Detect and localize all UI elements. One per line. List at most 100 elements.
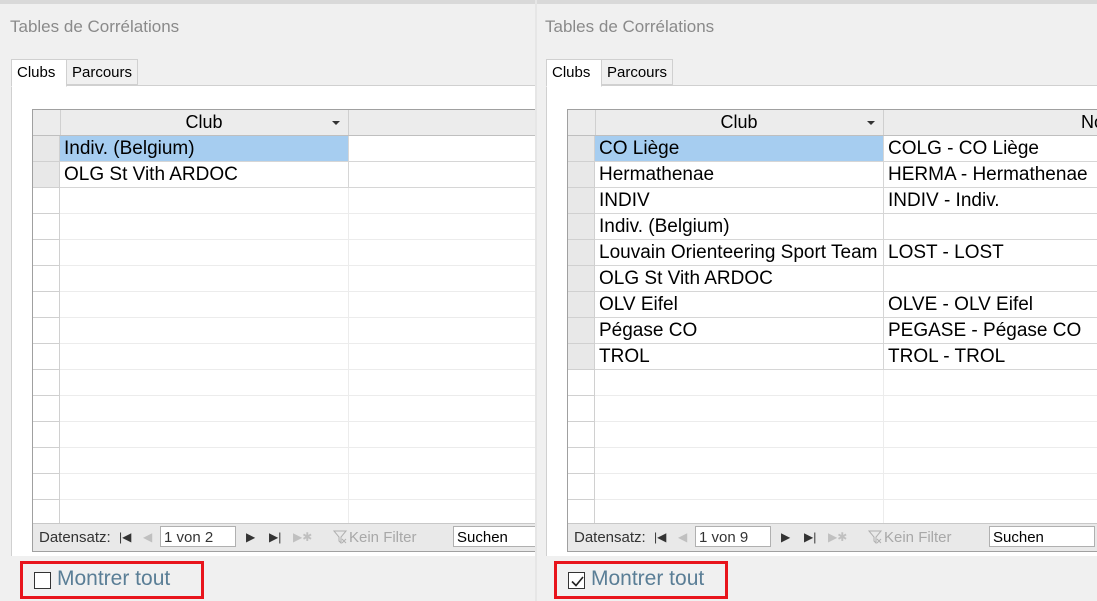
show-all-checkbox[interactable] — [568, 572, 585, 589]
record-position-input[interactable]: 1 von 9 — [695, 526, 771, 547]
tab-clubs[interactable]: Clubs — [11, 59, 67, 87]
row-selector — [33, 396, 60, 422]
row-selector[interactable] — [568, 188, 595, 214]
first-record-icon[interactable]: |◀ — [119, 530, 131, 544]
last-record-icon[interactable]: ▶| — [269, 530, 281, 544]
table-row[interactable]: Louvain Orienteering Sport Team LOST - LO… — [568, 240, 1097, 266]
cell-code[interactable]: PEGASE - Pégase CO — [884, 318, 1097, 344]
cell-code[interactable]: INDIV - Indiv. — [884, 188, 1097, 214]
row-selector[interactable] — [33, 136, 60, 162]
cell-code[interactable] — [884, 214, 1097, 240]
cell-club[interactable]: CO Liège — [595, 136, 884, 162]
table-row[interactable]: CO Liège COLG - CO Liège — [568, 136, 1097, 162]
cell-club[interactable]: Indiv. (Belgium) — [595, 214, 884, 240]
cell-code — [884, 474, 1097, 500]
row-selector[interactable] — [568, 266, 595, 292]
cell-code — [349, 370, 535, 396]
row-selector[interactable] — [568, 162, 595, 188]
record-position-input[interactable]: 1 von 2 — [160, 526, 236, 547]
select-all-corner[interactable] — [33, 110, 61, 135]
empty-row — [33, 344, 535, 370]
row-selector[interactable] — [568, 292, 595, 318]
table-row[interactable]: TROL TROL - TROL — [568, 344, 1097, 370]
table-row[interactable]: OLG St Vith ARDOC — [568, 266, 1097, 292]
next-record-icon[interactable]: ▶ — [246, 530, 255, 544]
cell-code[interactable] — [349, 162, 535, 188]
filter-label: Kein Filter — [349, 529, 417, 546]
cell-club[interactable]: INDIV — [595, 188, 884, 214]
chevron-down-icon[interactable] — [332, 121, 340, 125]
column-header-2[interactable] — [349, 110, 535, 135]
empty-row — [568, 448, 1097, 474]
cell-club[interactable]: TROL — [595, 344, 884, 370]
show-all-checkbox[interactable] — [34, 572, 51, 589]
new-record-icon[interactable]: ▶✱ — [293, 530, 312, 544]
row-selector — [33, 422, 60, 448]
cell-club[interactable]: Louvain Orienteering Sport Team — [595, 240, 884, 266]
table-row[interactable]: OLG St Vith ARDOC — [33, 162, 535, 188]
select-all-corner[interactable] — [568, 110, 596, 135]
tab-clubs[interactable]: Clubs — [546, 59, 602, 87]
table-row[interactable]: Hermathenae HERMA - Hermathenae — [568, 162, 1097, 188]
cell-code[interactable] — [349, 136, 535, 162]
cell-code — [349, 292, 535, 318]
cell-code[interactable]: HERMA - Hermathenae — [884, 162, 1097, 188]
column-header-code[interactable]: No — [884, 110, 1097, 135]
column-header-club[interactable]: Club — [595, 110, 884, 135]
table-row[interactable]: OLV Eifel OLVE - OLV Eifel — [568, 292, 1097, 318]
next-record-icon[interactable]: ▶ — [781, 530, 790, 544]
row-selector — [568, 396, 595, 422]
tab-parcours[interactable]: Parcours — [66, 59, 138, 85]
column-header-club[interactable]: Club — [60, 110, 349, 135]
row-selector[interactable] — [568, 214, 595, 240]
cell-code — [349, 422, 535, 448]
show-all-label[interactable]: Montrer tout — [57, 567, 170, 591]
cell-code[interactable]: COLG - CO Liège — [884, 136, 1097, 162]
row-selector — [33, 318, 60, 344]
checkmark-icon — [571, 576, 584, 587]
cell-code[interactable]: TROL - TROL — [884, 344, 1097, 370]
filter-button[interactable]: Kein Filter — [333, 529, 417, 546]
table-row[interactable]: Pégase CO PEGASE - Pégase CO — [568, 318, 1097, 344]
row-selector — [568, 370, 595, 396]
table-row[interactable]: Indiv. (Belgium) — [33, 136, 535, 162]
cell-club[interactable]: OLG St Vith ARDOC — [60, 162, 349, 188]
table-row[interactable]: Indiv. (Belgium) — [568, 214, 1097, 240]
cell-club[interactable]: Hermathenae — [595, 162, 884, 188]
tab-parcours[interactable]: Parcours — [601, 59, 673, 85]
prev-record-icon[interactable]: ◀ — [143, 530, 152, 544]
search-input[interactable]: Suchen — [453, 526, 535, 547]
cell-code — [349, 396, 535, 422]
cell-club — [60, 292, 349, 318]
prev-record-icon[interactable]: ◀ — [678, 530, 687, 544]
first-record-icon[interactable]: |◀ — [654, 530, 666, 544]
row-selector[interactable] — [568, 240, 595, 266]
row-selector[interactable] — [568, 136, 595, 162]
row-selector[interactable] — [568, 344, 595, 370]
cell-code — [349, 344, 535, 370]
cell-club — [595, 474, 884, 500]
new-record-icon[interactable]: ▶✱ — [828, 530, 847, 544]
row-selector — [568, 474, 595, 500]
cell-club[interactable]: OLG St Vith ARDOC — [595, 266, 884, 292]
table-row[interactable]: INDIV INDIV - Indiv. — [568, 188, 1097, 214]
filter-icon — [333, 530, 347, 544]
cell-code[interactable]: LOST - LOST — [884, 240, 1097, 266]
cell-code[interactable] — [884, 266, 1097, 292]
cell-club[interactable]: Pégase CO — [595, 318, 884, 344]
search-input[interactable]: Suchen — [989, 526, 1095, 547]
row-selector[interactable] — [568, 318, 595, 344]
cell-code[interactable]: OLVE - OLV Eifel — [884, 292, 1097, 318]
cell-club — [60, 240, 349, 266]
empty-row — [33, 292, 535, 318]
cell-code — [884, 448, 1097, 474]
last-record-icon[interactable]: ▶| — [804, 530, 816, 544]
empty-row — [33, 474, 535, 500]
cell-club[interactable]: Indiv. (Belgium) — [60, 136, 349, 162]
show-all-label[interactable]: Montrer tout — [591, 567, 704, 591]
row-selector[interactable] — [33, 162, 60, 188]
filter-button[interactable]: Kein Filter — [868, 529, 952, 546]
window-title: Tables de Corrélations — [10, 17, 180, 36]
cell-club[interactable]: OLV Eifel — [595, 292, 884, 318]
chevron-down-icon[interactable] — [867, 121, 875, 125]
